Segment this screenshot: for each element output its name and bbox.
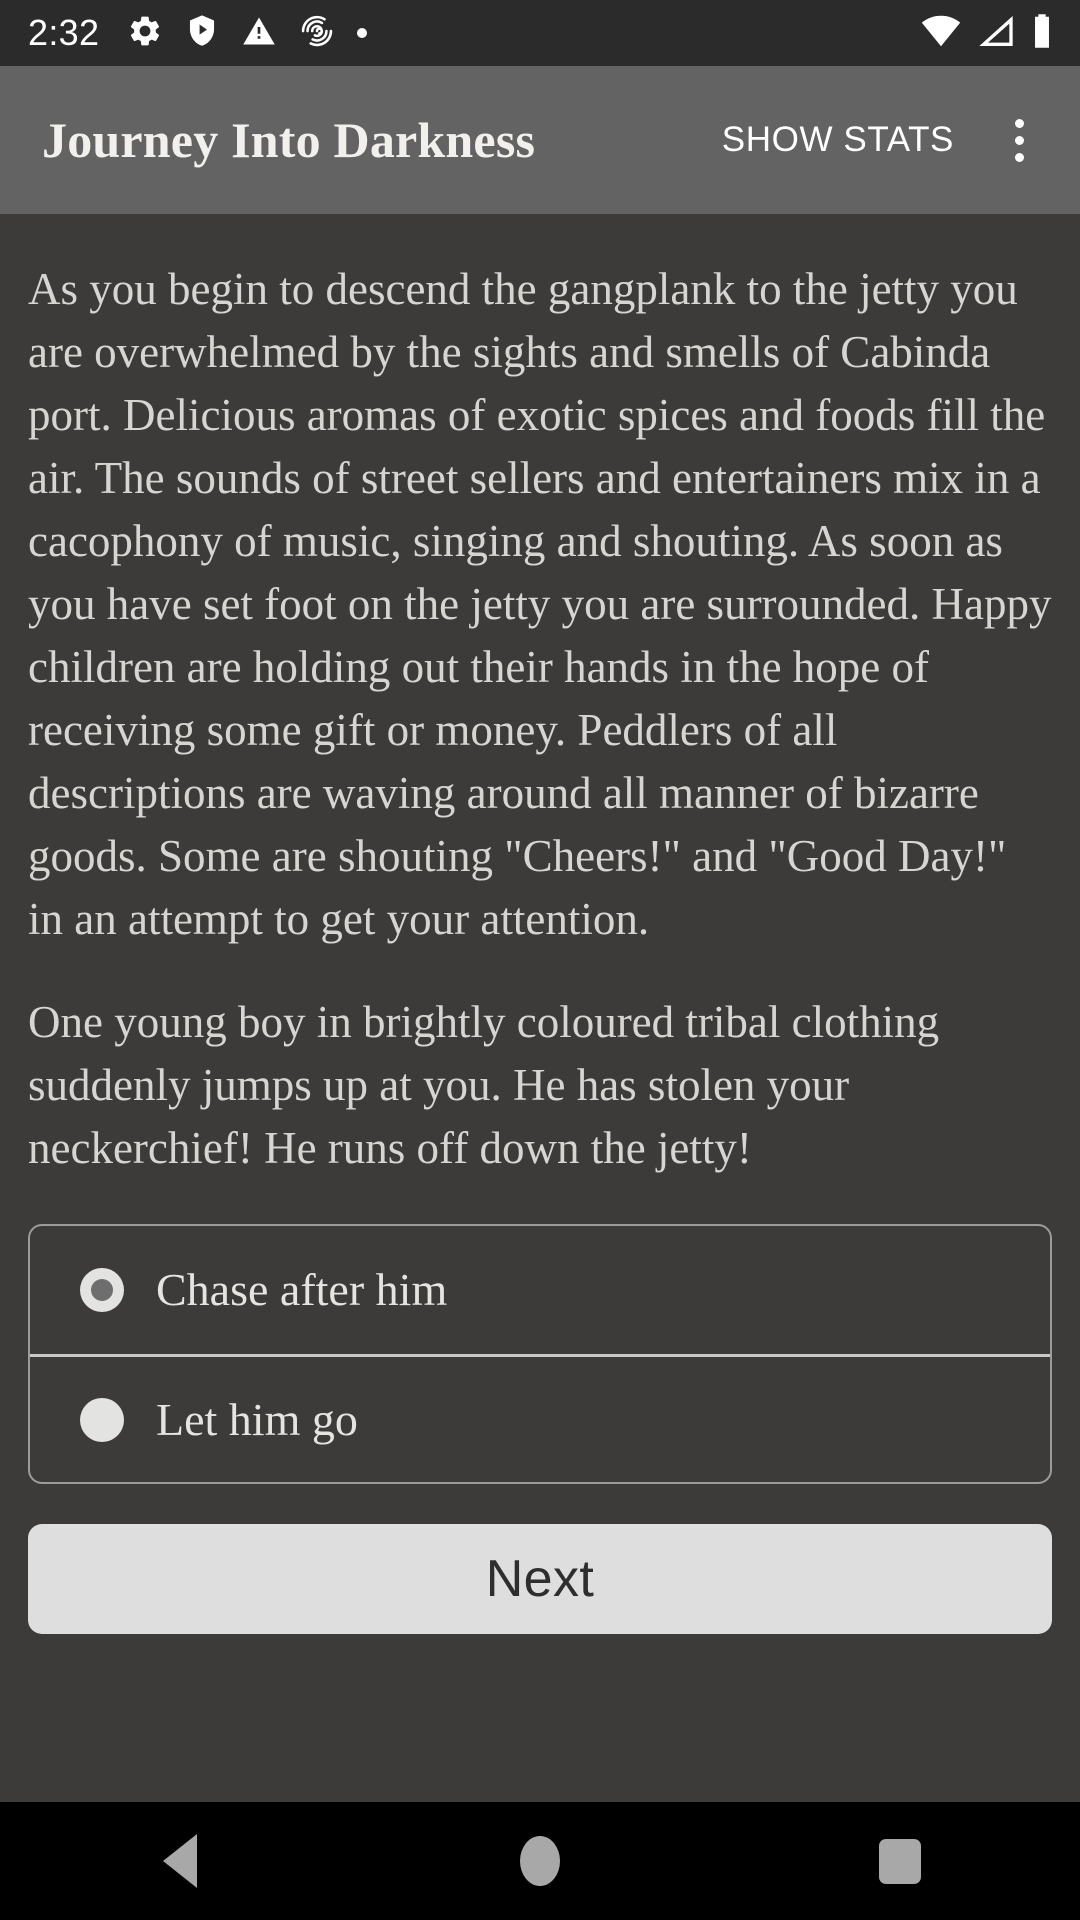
next-button[interactable]: Next xyxy=(28,1524,1052,1634)
next-button-label: Next xyxy=(485,1550,595,1608)
more-vert-icon[interactable] xyxy=(982,103,1056,177)
choice-option-label: Let him go xyxy=(156,1393,358,1445)
dot-icon xyxy=(357,28,368,38)
status-notification-icons xyxy=(127,13,368,54)
android-nav-bar xyxy=(0,1802,1080,1920)
fingerprint-icon xyxy=(299,13,335,54)
nav-back-button[interactable] xyxy=(80,1802,280,1920)
choice-option-let-him-go[interactable]: Let him go xyxy=(30,1354,1050,1482)
cell-signal-icon xyxy=(976,14,1016,53)
warning-triangle-icon xyxy=(241,13,277,54)
battery-icon xyxy=(1030,12,1054,55)
story-paragraph-1: As you begin to descend the gangplank to… xyxy=(28,264,1052,944)
status-bar: 2:32 xyxy=(0,0,1080,66)
shield-play-icon xyxy=(185,13,219,54)
choice-option-label: Chase after him xyxy=(156,1264,448,1315)
phone-screen: 2:32 Journey Into Darkness SHOW STATS As… xyxy=(0,0,1080,1920)
story-content: As you begin to descend the gangplank to… xyxy=(0,214,1080,1802)
radio-button-unselected[interactable] xyxy=(80,1397,124,1442)
gear-icon xyxy=(127,13,163,54)
status-system-icons xyxy=(920,12,1054,55)
recents-square-icon xyxy=(879,1838,921,1884)
radio-button-selected[interactable] xyxy=(80,1268,124,1312)
app-bar-actions: SHOW STATS xyxy=(700,102,1056,178)
show-stats-button[interactable]: SHOW STATS xyxy=(700,102,976,178)
home-circle-icon xyxy=(520,1836,560,1886)
story-paragraph-2: One young boy in brightly coloured triba… xyxy=(28,997,940,1173)
status-clock: 2:32 xyxy=(28,12,100,53)
choice-option-chase-after-him[interactable]: Chase after him xyxy=(30,1226,1050,1354)
app-bar: Journey Into Darkness SHOW STATS xyxy=(0,66,1080,214)
back-triangle-icon xyxy=(163,1834,197,1888)
wifi-icon xyxy=(920,14,962,53)
page-title: Journey Into Darkness xyxy=(42,112,536,168)
nav-home-button[interactable] xyxy=(440,1802,640,1920)
choice-options-card: Chase after him Let him go xyxy=(28,1224,1052,1484)
nav-recents-button[interactable] xyxy=(800,1802,1000,1920)
